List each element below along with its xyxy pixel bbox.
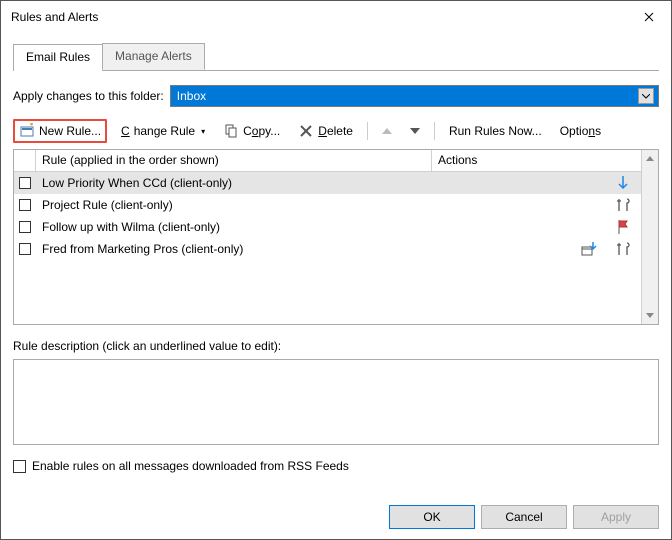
scroll-up-icon[interactable]	[642, 150, 658, 167]
rule-name: Project Rule (client-only)	[36, 198, 432, 212]
button-row: OK Cancel Apply	[389, 505, 659, 529]
col-rule: Rule (applied in the order shown)	[36, 150, 432, 171]
rss-checkbox[interactable]	[13, 460, 26, 473]
separator	[434, 122, 435, 140]
table-row[interactable]: Low Priority When CCd (client-only)	[14, 172, 641, 194]
scrollbar[interactable]	[641, 150, 658, 324]
col-checkbox	[14, 150, 36, 171]
new-rule-button[interactable]: New Rule...	[13, 119, 107, 143]
table-row[interactable]: Follow up with Wilma (client-only)	[14, 216, 641, 238]
chevron-down-icon: ▾	[201, 127, 205, 136]
ok-button[interactable]: OK	[389, 505, 475, 529]
options-button[interactable]: Options	[556, 122, 605, 140]
copy-icon	[223, 123, 239, 139]
rule-name: Fred from Marketing Pros (client-only)	[36, 242, 432, 256]
chevron-down-icon	[638, 88, 654, 104]
client-area: Email Rules Manage Alerts Apply changes …	[1, 33, 671, 473]
cancel-button[interactable]: Cancel	[481, 505, 567, 529]
copy-button[interactable]: Copy...	[219, 121, 284, 141]
tools-icon	[615, 197, 631, 213]
folder-row: Apply changes to this folder: Inbox	[13, 85, 659, 107]
description-label: Rule description (click an underlined va…	[13, 339, 659, 353]
rules-grid: Rule (applied in the order shown) Action…	[13, 149, 659, 325]
rss-label: Enable rules on all messages downloaded …	[32, 459, 349, 473]
row-checkbox[interactable]	[19, 221, 31, 233]
row-checkbox[interactable]	[19, 199, 31, 211]
window-title: Rules and Alerts	[11, 10, 98, 24]
close-button[interactable]	[627, 1, 671, 33]
delete-button[interactable]: Delete	[294, 121, 357, 141]
grid-rows: Low Priority When CCd (client-only) Proj…	[14, 172, 641, 324]
scroll-down-icon[interactable]	[642, 307, 658, 324]
rule-name: Low Priority When CCd (client-only)	[36, 176, 432, 190]
new-rule-icon	[19, 123, 35, 139]
move-folder-icon	[581, 241, 597, 257]
delete-icon	[298, 123, 314, 139]
run-rules-now-button[interactable]: Run Rules Now...	[445, 122, 546, 140]
table-row[interactable]: Project Rule (client-only)	[14, 194, 641, 216]
flag-icon	[615, 219, 631, 235]
folder-select[interactable]: Inbox	[170, 85, 659, 107]
grid-header: Rule (applied in the order shown) Action…	[14, 150, 658, 172]
titlebar: Rules and Alerts	[1, 1, 671, 33]
move-down-button[interactable]	[406, 125, 424, 137]
separator	[367, 122, 368, 140]
toolbar: New Rule... Change Rule▾ Copy... Delete	[13, 119, 659, 143]
apply-button[interactable]: Apply	[573, 505, 659, 529]
tools-icon	[615, 241, 631, 257]
arrow-down-icon	[615, 175, 631, 191]
move-up-button[interactable]	[378, 125, 396, 137]
description-box[interactable]	[13, 359, 659, 445]
folder-label: Apply changes to this folder:	[13, 89, 164, 103]
tabs: Email Rules Manage Alerts	[13, 43, 659, 71]
rule-name: Follow up with Wilma (client-only)	[36, 220, 432, 234]
row-checkbox[interactable]	[19, 243, 31, 255]
row-checkbox[interactable]	[19, 177, 31, 189]
rss-checkbox-row: Enable rules on all messages downloaded …	[13, 459, 659, 473]
tab-manage-alerts[interactable]: Manage Alerts	[102, 43, 205, 70]
change-rule-button[interactable]: Change Rule▾	[117, 122, 209, 140]
table-row[interactable]: Fred from Marketing Pros (client-only)	[14, 238, 641, 260]
col-actions: Actions	[432, 150, 658, 171]
tab-email-rules[interactable]: Email Rules	[13, 44, 103, 71]
folder-value: Inbox	[177, 89, 206, 103]
rules-alerts-dialog: Rules and Alerts Email Rules Manage Aler…	[0, 0, 672, 540]
